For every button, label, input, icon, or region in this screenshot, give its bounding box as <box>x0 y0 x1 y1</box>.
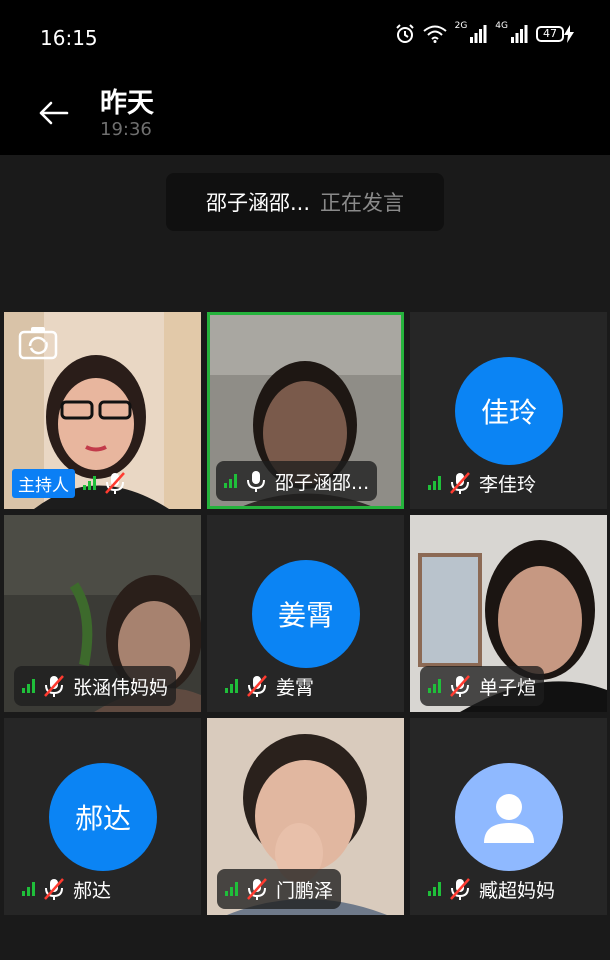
participant-name: 臧超妈妈 <box>479 879 556 902</box>
speaker-name: 邵子涵邵... <box>205 191 311 215</box>
participant-name: 单子煊 <box>479 676 537 699</box>
user-silhouette-icon <box>484 794 534 843</box>
signal-strength-icon <box>225 679 238 693</box>
signal-strength-icon <box>22 882 35 896</box>
page-subtitle: 19:36 <box>100 119 152 140</box>
mic-muted-icon <box>105 472 125 494</box>
participant-tile[interactable]: 单子煊 <box>410 515 607 712</box>
avatar <box>455 763 563 871</box>
charging-icon <box>564 25 574 43</box>
participant-tile[interactable]: 姜霄 姜霄 <box>207 515 404 712</box>
avatar: 姜霄 <box>252 560 360 668</box>
signal-strength-icon <box>428 476 441 490</box>
speaker-status: 正在发言 <box>320 191 405 215</box>
participant-tag: 张涵伟妈妈 <box>14 666 177 706</box>
status-icons: 2G 4G 47 <box>395 21 574 44</box>
participant-tag: 单子煊 <box>420 666 545 706</box>
header: 昨天 19:36 <box>0 75 610 155</box>
mic-muted-icon <box>247 675 267 697</box>
participant-tag: 门鹏泽 <box>217 869 342 909</box>
participant-tile[interactable]: 主持人 <box>4 312 201 509</box>
signal-strength-icon <box>22 679 35 693</box>
participant-name: 李佳玲 <box>479 473 537 496</box>
mic-muted-icon <box>450 675 470 697</box>
participant-name: 张涵伟妈妈 <box>73 676 169 699</box>
participant-name: 姜霄 <box>276 676 315 699</box>
page-title: 昨天 <box>100 88 154 119</box>
status-bar: 16:15 2G 4G 47 <box>0 0 610 75</box>
participant-name: 郝达 <box>73 879 112 902</box>
alarm-icon <box>395 24 414 43</box>
participant-tag: 李佳玲 <box>420 463 544 503</box>
mic-muted-icon <box>450 472 470 494</box>
participant-tile[interactable]: 门鹏泽 <box>207 718 404 915</box>
signal-strength-icon <box>225 882 238 896</box>
active-speaker-indicator: 邵子涵邵... 正在发言 <box>166 173 444 231</box>
participant-tile[interactable]: 郝达 郝达 <box>4 718 201 915</box>
participant-tile[interactable]: 佳玲 李佳玲 <box>410 312 607 509</box>
mic-muted-icon <box>44 675 64 697</box>
signal-strength-icon <box>428 882 441 896</box>
avatar: 郝达 <box>49 763 157 871</box>
mic-muted-icon <box>44 878 64 900</box>
avatar: 佳玲 <box>455 357 563 465</box>
signal-icon <box>511 25 528 43</box>
participant-tag: 臧超妈妈 <box>420 869 563 909</box>
participant-name: 邵子涵邵... <box>275 471 370 494</box>
participant-tile[interactable]: 臧超妈妈 <box>410 718 607 915</box>
participant-tag: 主持人 <box>12 463 134 503</box>
back-button[interactable] <box>36 95 72 131</box>
wifi-icon <box>422 25 447 43</box>
participant-tag: 邵子涵邵... <box>216 461 378 501</box>
status-time: 16:15 <box>40 26 98 50</box>
battery-indicator: 47 <box>536 25 574 43</box>
mic-muted-icon <box>450 878 470 900</box>
participant-tag: 郝达 <box>14 869 119 909</box>
signal-icon <box>470 25 487 43</box>
participant-name: 门鹏泽 <box>276 879 334 902</box>
battery-level: 47 <box>536 26 564 42</box>
network-2g-label: 2G <box>454 21 468 31</box>
participant-tile-active[interactable]: 邵子涵邵... <box>207 312 404 509</box>
signal-strength-icon <box>83 476 96 490</box>
camera-switch-icon[interactable] <box>18 326 58 360</box>
arrow-left-icon <box>39 101 69 125</box>
signal-strength-icon <box>428 679 441 693</box>
network-4g-label: 4G <box>495 21 508 31</box>
mic-muted-icon <box>247 878 267 900</box>
mic-icon <box>247 471 265 492</box>
participant-tag: 姜霄 <box>217 666 322 706</box>
host-badge: 主持人 <box>12 468 75 498</box>
participant-tile[interactable]: 张涵伟妈妈 <box>4 515 201 712</box>
signal-strength-icon <box>224 474 237 488</box>
